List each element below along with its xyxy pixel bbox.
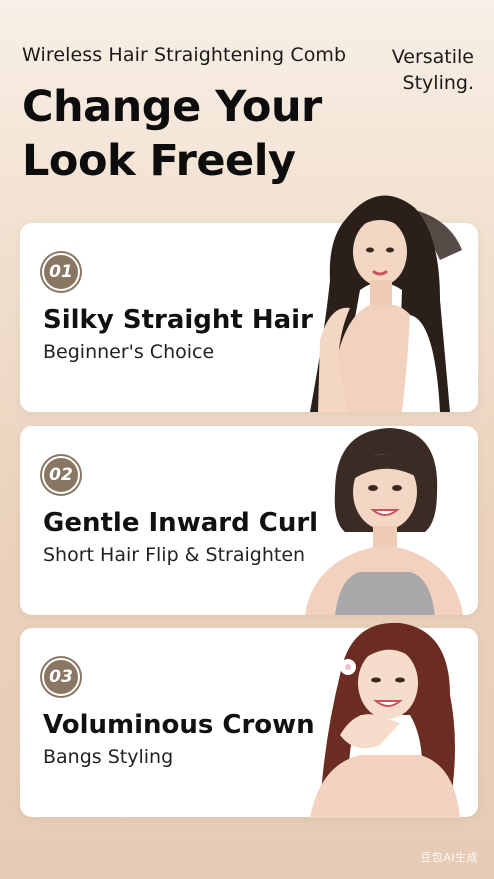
card-subtitle: Bangs Styling — [43, 746, 174, 768]
model-photo-voluminous-waves — [300, 615, 465, 818]
number-badge: 01 — [42, 253, 80, 291]
model-photo-short-bob — [305, 422, 463, 615]
card-subtitle: Short Hair Flip & Straighten — [43, 544, 306, 566]
number-badge: 03 — [42, 658, 80, 696]
headline-line-2: Look Freely — [22, 136, 296, 186]
tagline-line-2: Styling. — [402, 72, 474, 94]
tagline: Versatile Styling. — [392, 44, 474, 96]
number-badge: 02 — [42, 456, 80, 494]
model-photo-long-straight-hair — [290, 180, 465, 412]
headline-line-1: Change Your — [22, 82, 322, 132]
card-title: Silky Straight Hair — [43, 305, 313, 335]
card-subtitle: Beginner's Choice — [43, 341, 215, 363]
product-subtitle: Wireless Hair Straightening Comb — [22, 44, 347, 66]
card-title: Voluminous Crown — [43, 710, 315, 740]
card-title: Gentle Inward Curl — [43, 508, 319, 538]
tagline-line-1: Versatile — [391, 46, 474, 68]
headline: Change Your Look Freely — [22, 80, 322, 188]
ai-watermark: 豆包AI生成 — [420, 851, 478, 864]
